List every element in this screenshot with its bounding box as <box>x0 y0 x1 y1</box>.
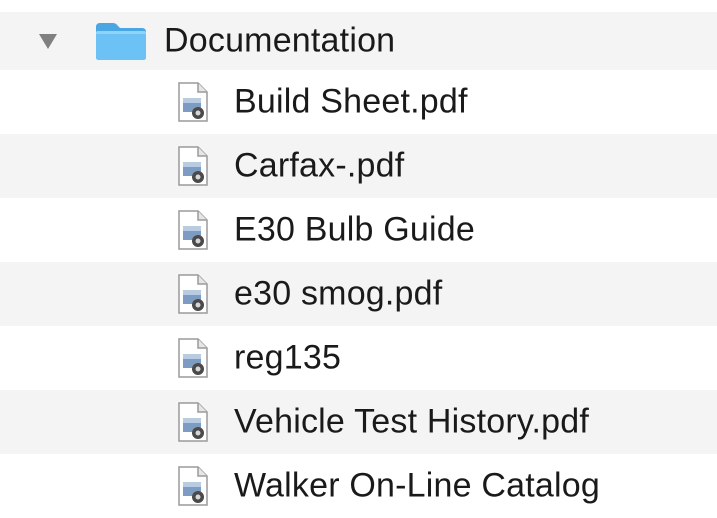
document-icon <box>174 210 210 250</box>
file-name: e30 smog.pdf <box>234 274 443 313</box>
file-name: Build Sheet.pdf <box>234 82 468 121</box>
document-icon <box>174 274 210 314</box>
file-name: E30 Bulb Guide <box>234 210 475 249</box>
document-icon <box>174 338 210 378</box>
disclosure-triangle-down-icon[interactable] <box>36 29 60 53</box>
file-row[interactable]: E30 Bulb Guide <box>0 198 717 262</box>
file-row[interactable]: Build Sheet.pdf <box>0 70 717 134</box>
document-icon <box>174 466 210 506</box>
file-name: reg135 <box>234 338 342 377</box>
file-name: Walker On-Line Catalog <box>234 466 600 505</box>
folder-name: Documentation <box>164 21 396 60</box>
document-icon <box>174 146 210 186</box>
folder-icon <box>94 21 148 61</box>
file-name: Carfax-.pdf <box>234 146 405 185</box>
file-row[interactable]: Carfax-.pdf <box>0 134 717 198</box>
file-name: Vehicle Test History.pdf <box>234 402 590 441</box>
file-row[interactable]: Vehicle Test History.pdf <box>0 390 717 454</box>
document-icon <box>174 82 210 122</box>
file-list: Documentation Build Sheet.pdf Carfax-.pd… <box>0 0 717 518</box>
folder-row-documentation[interactable]: Documentation <box>0 12 717 70</box>
document-icon <box>174 402 210 442</box>
file-row[interactable]: Walker On-Line Catalog <box>0 454 717 518</box>
file-row[interactable]: e30 smog.pdf <box>0 262 717 326</box>
file-row[interactable]: reg135 <box>0 326 717 390</box>
